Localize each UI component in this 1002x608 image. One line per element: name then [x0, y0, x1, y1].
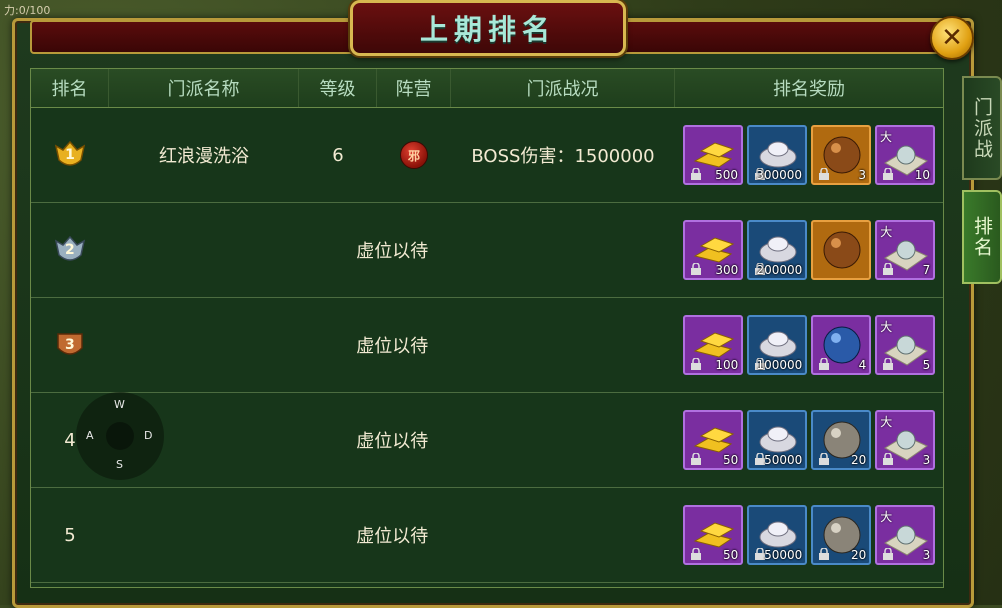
big-pearl-scroll-icon[interactable]: 大 3: [875, 410, 936, 470]
camp-cell: 邪: [377, 108, 451, 202]
header-camp: 阵营: [377, 69, 451, 107]
gold-bar-icon[interactable]: 100: [683, 315, 744, 375]
grey-ball-icon[interactable]: 20: [811, 410, 872, 470]
battle-status: BOSS伤害：1500000: [471, 146, 655, 167]
rank-cell: 2: [31, 203, 109, 297]
silver-ingot-icon[interactable]: 300000: [747, 125, 807, 185]
rank-cell: 5: [31, 488, 109, 582]
big-pearl-scroll-icon[interactable]: 大 10: [875, 125, 935, 185]
guild-name: 红浪漫洗浴: [159, 146, 249, 167]
vacant-text: 虚位以待: [356, 336, 429, 357]
joystick-knob[interactable]: [106, 422, 134, 450]
rewards-cell: 50 50000 20 大 3: [676, 488, 943, 582]
guild-level: 6: [332, 144, 344, 166]
gold-bar-icon[interactable]: 50: [683, 410, 744, 470]
compass-d-label: D: [144, 429, 153, 442]
grey-ball-icon[interactable]: 20: [811, 505, 872, 565]
header-level: 等级: [299, 69, 377, 107]
table-row: 3 虚位以待 100 100000 4 大 5: [31, 298, 943, 393]
gold-bar-icon[interactable]: 300: [683, 220, 744, 280]
close-button[interactable]: ✕: [930, 16, 974, 60]
rewards-cell: 50 50000 20 大 3: [676, 393, 943, 487]
big-pearl-scroll-icon[interactable]: 大 5: [875, 315, 936, 375]
header-guild-name: 门派名称: [109, 69, 299, 107]
compass-w-label: W: [114, 398, 125, 411]
silver-ingot-icon[interactable]: 50000: [747, 410, 808, 470]
vacant-text: 虚位以待: [356, 526, 429, 547]
rewards-cell: 100 100000 4 大 5: [676, 298, 943, 392]
bronze-ball-icon[interactable]: 3: [811, 125, 871, 185]
title-plaque: 上期排名: [350, 0, 626, 56]
ranking-table: 排名 门派名称 等级 阵营 门派战况 排名奖励 1 红浪漫洗浴 6 邪 BOSS…: [30, 68, 944, 588]
rank-cell: 3: [31, 298, 109, 392]
evil-camp-icon: 邪: [400, 141, 428, 169]
table-header: 排名 门派名称 等级 阵营 门派战况 排名奖励: [31, 69, 943, 108]
silver-medal-icon: 2: [53, 233, 87, 267]
rewards-cell: 300 200000 大 7: [676, 203, 943, 297]
tab-ranking[interactable]: 排名: [962, 190, 1002, 284]
header-rewards: 排名奖励: [773, 79, 845, 100]
close-icon: ✕: [941, 23, 963, 53]
compass-a-label: A: [86, 429, 94, 442]
compass-s-label: S: [116, 458, 123, 471]
vacant-text: 虚位以待: [356, 431, 429, 452]
rank-number: 4: [64, 429, 76, 451]
vacant-text: 虚位以待: [356, 241, 429, 262]
table-row: 2 虚位以待 300 200000 大 7: [31, 203, 943, 298]
table-row: 4 虚位以待 50 50000 20 大 3: [31, 393, 943, 488]
tab-guild-war-label: 门派战: [971, 96, 993, 160]
gold-bar-icon[interactable]: 50: [683, 505, 744, 565]
hud-power-text: 力:0/100: [4, 4, 51, 17]
header-rank: 排名: [31, 69, 109, 107]
gold-medal-icon: 1: [53, 138, 87, 172]
silver-ingot-icon[interactable]: 50000: [747, 505, 808, 565]
rewards-cell: 500 300000 3 大 10: [675, 108, 943, 202]
tab-guild-war[interactable]: 门派战: [962, 76, 1002, 180]
silver-ingot-icon[interactable]: 100000: [747, 315, 808, 375]
big-pearl-scroll-icon[interactable]: 大 3: [875, 505, 936, 565]
bronze-ball-icon[interactable]: [811, 220, 872, 280]
gold-bar-icon[interactable]: 500: [683, 125, 743, 185]
table-row: 5 虚位以待 50 50000 20 大 3: [31, 488, 943, 583]
table-row: 1 红浪漫洗浴 6 邪 BOSS伤害：1500000 500 300000 3: [31, 108, 943, 203]
rank-cell: 1: [31, 108, 109, 202]
blue-ball-icon[interactable]: 4: [811, 315, 872, 375]
joystick-compass[interactable]: W A D S: [76, 392, 164, 480]
bronze-medal-icon: 3: [53, 328, 87, 362]
tab-ranking-label: 排名: [971, 216, 993, 258]
header-battle-status: 门派战况: [451, 69, 675, 107]
rank-number: 5: [64, 524, 76, 546]
panel-title: 上期排名: [419, 13, 556, 46]
silver-ingot-icon[interactable]: 200000: [747, 220, 808, 280]
big-pearl-scroll-icon[interactable]: 大 7: [875, 220, 936, 280]
